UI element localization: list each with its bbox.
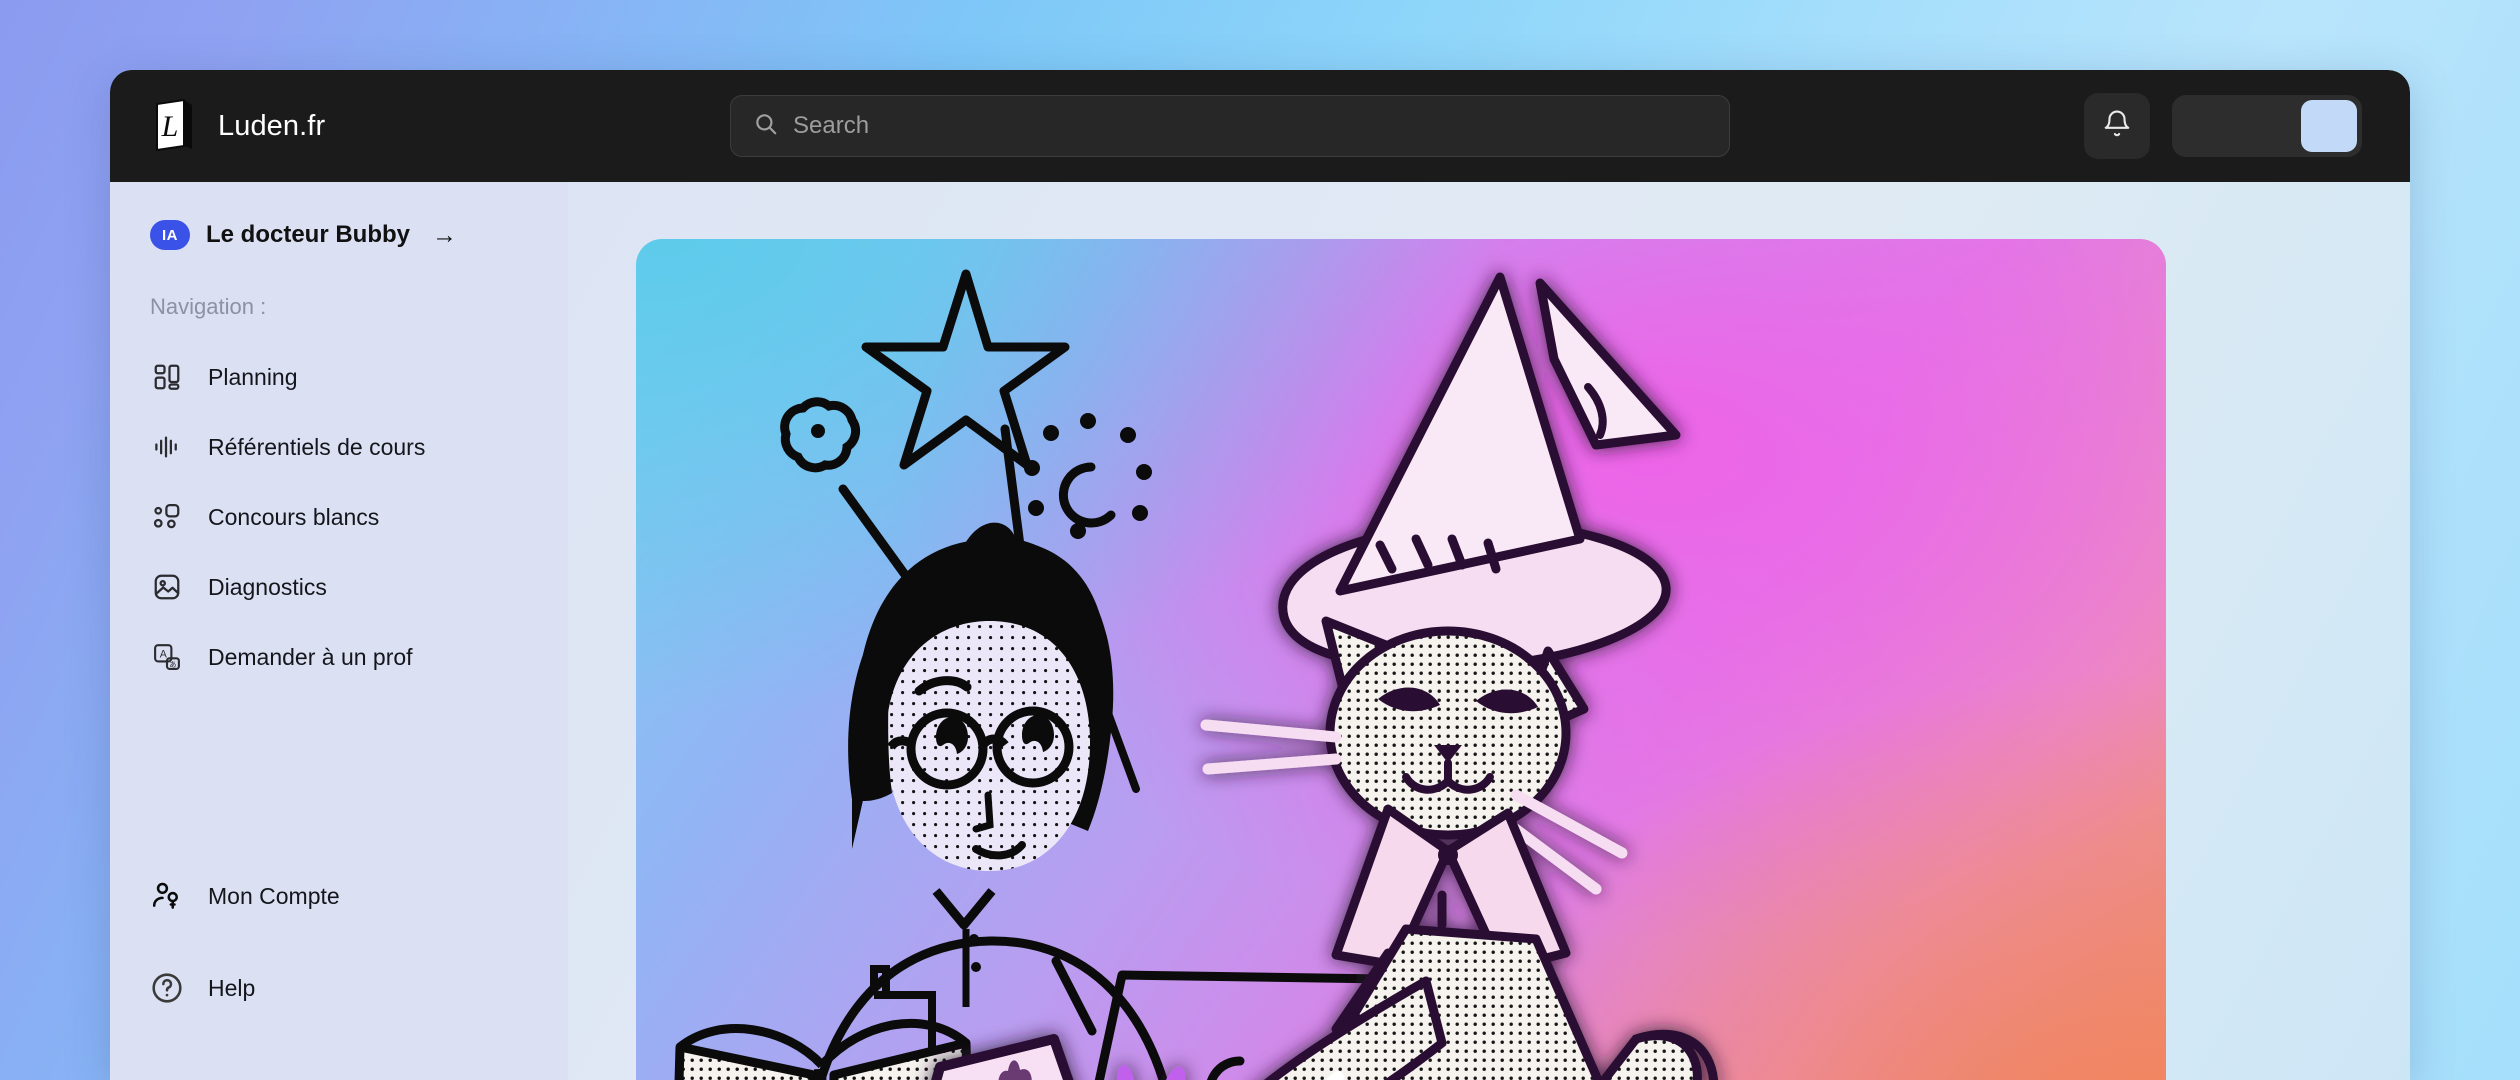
sidebar-item-label: Mon Compte	[208, 882, 340, 909]
sidebar-item-label: Référentiels de cours	[208, 433, 426, 460]
sidebar-item-label: Concours blancs	[208, 503, 380, 530]
sidebar-item-mon-compte[interactable]: Mon Compte	[110, 850, 568, 942]
audio-bars-icon	[150, 430, 184, 464]
topbar-actions	[2084, 93, 2410, 159]
avatar[interactable]	[2301, 100, 2357, 152]
navigation-list: Planning Référentiels de cours Concours …	[110, 342, 568, 692]
search-container	[730, 95, 1730, 157]
account-menu[interactable]	[2172, 95, 2362, 157]
top-bar: L Luden.fr	[110, 70, 2410, 182]
brand[interactable]: L Luden.fr	[110, 99, 670, 153]
sidebar-item-label: Help	[208, 974, 256, 1001]
bell-icon	[2102, 109, 2132, 144]
sidebar-item-concours-blancs[interactable]: Concours blancs	[110, 482, 568, 552]
shapes-dots-icon	[150, 500, 184, 534]
agent-link[interactable]: IA Le docteur Bubby →	[110, 210, 568, 250]
translate-icon: A あ	[150, 640, 184, 674]
agent-badge: IA	[150, 220, 190, 250]
search-input[interactable]	[793, 112, 1707, 140]
arrow-right-icon: →	[432, 220, 458, 249]
svg-text:あ: あ	[169, 660, 177, 669]
book-logo-icon: L	[150, 99, 198, 153]
brand-name: Luden.fr	[218, 109, 326, 142]
sidebar-item-referentiels-de-cours[interactable]: Référentiels de cours	[110, 412, 568, 482]
agent-name: Le docteur Bubby	[206, 221, 411, 248]
sidebar-item-label: Diagnostics	[208, 573, 327, 600]
notifications-button[interactable]	[2084, 93, 2150, 159]
hero-illustration-card[interactable]	[636, 239, 2166, 1080]
user-key-icon	[150, 879, 184, 913]
search-bar[interactable]	[730, 95, 1730, 157]
app-window: L Luden.fr Search IA Le docteur Bubby → …	[110, 70, 2410, 1080]
sidebar-item-demander-a-un-prof[interactable]: A あ Demander à un prof	[110, 622, 568, 692]
sidebar-item-planning[interactable]: Planning	[110, 342, 568, 412]
layout-grid-icon	[150, 360, 184, 394]
svg-text:L: L	[161, 110, 179, 143]
main-content	[568, 182, 2410, 1080]
search-icon	[753, 111, 779, 142]
sidebar-item-label: Demander à un prof	[208, 643, 413, 670]
hero-artwork	[674, 269, 1718, 1080]
sidebar-item-help[interactable]: Help	[110, 942, 568, 1034]
sidebar-item-label: Planning	[208, 363, 298, 390]
navigation-bottom: Mon Compte Help	[110, 850, 568, 1080]
sidebar: IA Le docteur Bubby → Navigation : Plann…	[110, 182, 568, 1080]
sidebar-item-diagnostics[interactable]: Diagnostics	[110, 552, 568, 622]
question-circle-icon	[150, 971, 184, 1005]
navigation-label: Navigation :	[150, 294, 267, 319]
image-icon	[150, 570, 184, 604]
